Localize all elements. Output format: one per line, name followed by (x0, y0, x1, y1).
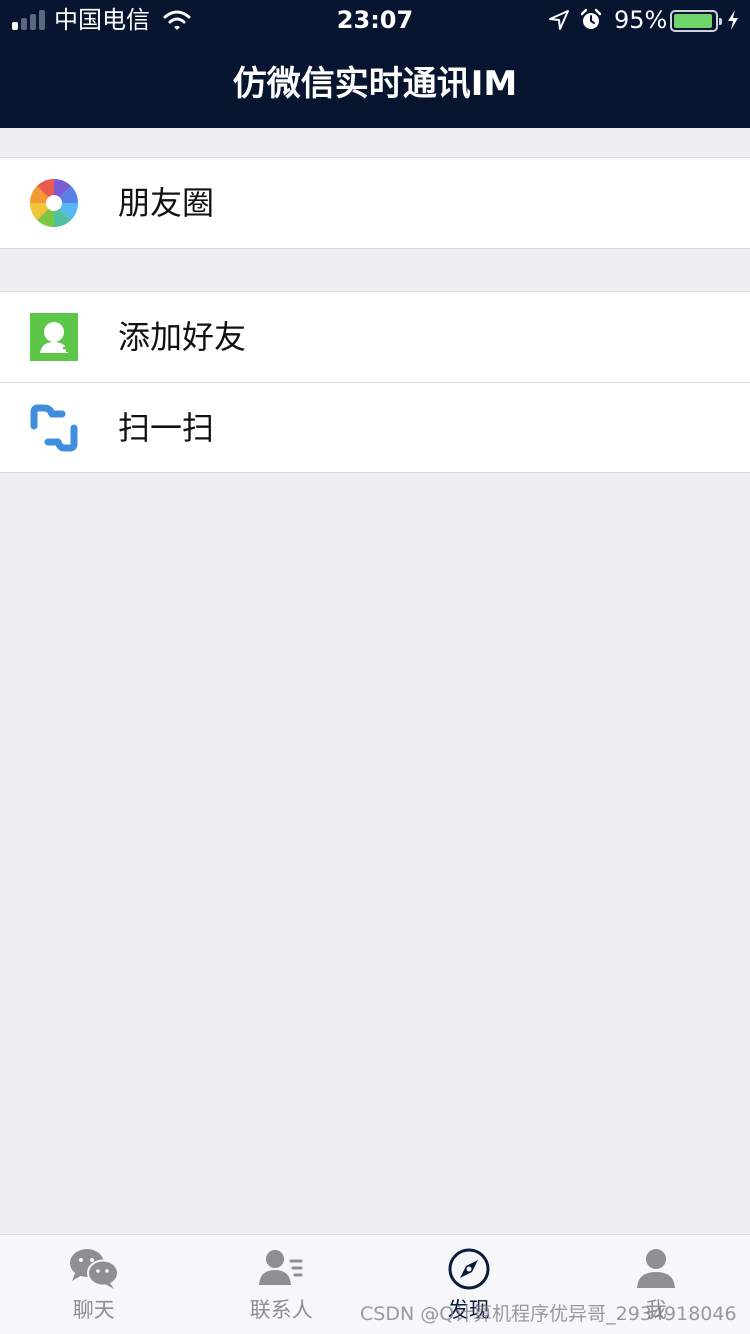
status-bar: 中国电信 23:07 95% (0, 0, 750, 40)
scan-label: 扫一扫 (118, 409, 215, 447)
tab-chats-label: 聊天 (72, 1298, 115, 1322)
add-friend-icon (30, 313, 78, 361)
tab-chats[interactable]: 聊天 (0, 1235, 188, 1334)
alarm-icon (580, 8, 602, 29)
scan-cell[interactable]: 扫一扫 (0, 382, 750, 472)
page-title: 仿微信实时通讯IM (232, 64, 518, 104)
battery-icon (670, 10, 722, 32)
chat-bubbles-icon (69, 1249, 119, 1289)
compass-icon (448, 1248, 490, 1290)
top-bar: 中国电信 23:07 95% 仿微信实时通讯IM (0, 0, 750, 128)
moments-label: 朋友圈 (118, 184, 215, 222)
tab-contacts[interactable]: 联系人 (188, 1235, 376, 1334)
moments-group: 朋友圈 (0, 157, 750, 249)
add-friend-cell[interactable]: 添加好友 (0, 292, 750, 382)
tools-group: 添加好友 扫一扫 (0, 291, 750, 473)
location-arrow-icon (549, 10, 569, 30)
person-icon (637, 1249, 676, 1288)
contacts-icon (259, 1250, 303, 1285)
tab-contacts-label: 联系人 (249, 1298, 313, 1322)
add-friend-label: 添加好友 (118, 318, 247, 356)
charging-bolt-icon (728, 10, 738, 30)
moments-aperture-icon (30, 179, 78, 227)
watermark-text: CSDN @Q计算机程序优异哥_2934918046 (360, 1303, 737, 1325)
battery-percent: 95% (614, 6, 668, 34)
moments-cell[interactable]: 朋友圈 (0, 158, 750, 248)
scan-icon (30, 404, 78, 452)
